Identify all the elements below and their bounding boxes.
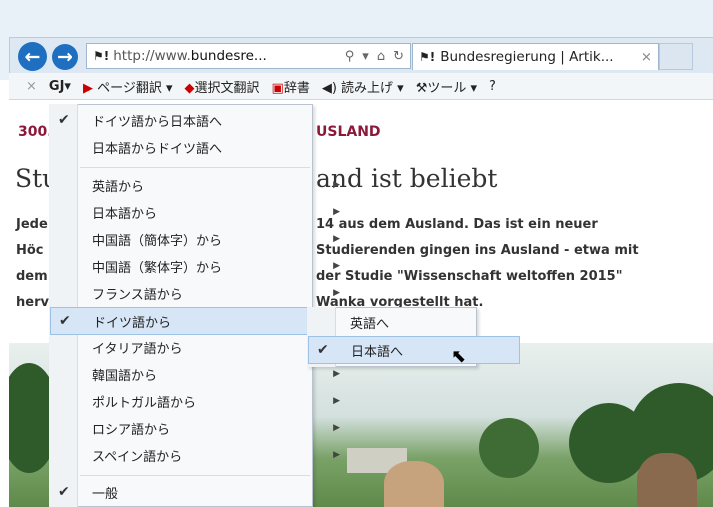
submenu-arrow-icon: ▶ (333, 423, 340, 433)
article-kicker-left: 300. (18, 124, 53, 140)
tab-title: Bundesregierung | Artik... (440, 49, 614, 65)
tools-label: ツール ▾ (427, 80, 478, 96)
menu-item-label: 一般 (92, 486, 119, 502)
back-arrow-icon: ← (24, 45, 41, 68)
search-icon[interactable]: ⚲ (345, 49, 355, 64)
menu-item-label: ポルトガル語から (92, 395, 197, 411)
menu-item-label: ロシア語から (92, 422, 171, 438)
new-tab-button[interactable] (659, 43, 693, 70)
url-text: http://www.bundesre... (113, 48, 267, 64)
menu-item-from-french[interactable]: フランス語から ▶ (50, 280, 354, 306)
menu-item-label: フランス語から (92, 287, 183, 303)
menu-separator (80, 167, 310, 168)
submenu-item-label: 日本語へ (351, 344, 404, 360)
article-line-right: Studierenden gingen ins Ausland - etwa m… (316, 243, 639, 258)
tab-close-icon[interactable]: × (641, 49, 652, 65)
check-icon: ✔ (317, 342, 329, 358)
selection-translate-button[interactable]: ◆選択文翻訳 (185, 77, 260, 96)
address-bar[interactable]: ⚑! http://www.bundesre... ⚲ ▾ ⌂ ↻ (86, 43, 411, 69)
menu-item-from-spanish[interactable]: スペイン語から ▶ (50, 442, 354, 468)
submenu-arrow-icon: ▶ (333, 207, 340, 217)
check-icon: ✔ (58, 112, 70, 128)
menu-separator (80, 475, 310, 476)
tab-favicon-icon: ⚑! (419, 50, 436, 64)
dictionary-icon: ▣ (271, 80, 284, 96)
submenu-arrow-icon: ▶ (333, 234, 340, 244)
submenu-item-to-japanese[interactable]: ✔ 日本語へ (308, 336, 520, 364)
check-icon: ✔ (58, 484, 70, 500)
page-translate-label: ページ翻訳 ▾ (97, 80, 173, 96)
article-line-left: Jede (16, 217, 48, 232)
submenu-arrow-icon: ▶ (333, 261, 340, 271)
selection-translate-icon: ◆ (184, 80, 195, 96)
dictionary-button[interactable]: ▣辞書 (272, 77, 310, 96)
tab-bundesregierung[interactable]: ⚑! Bundesregierung | Artik... × (412, 43, 659, 70)
menu-item-ja-to-de[interactable]: 日本語からドイツ語へ (50, 134, 354, 160)
article-line-right: der Studie "Wissenschaft weltoffen 2015" (316, 269, 623, 284)
menu-item-label: スペイン語から (92, 449, 183, 465)
submenu-arrow-icon: ▶ (333, 450, 340, 460)
refresh-icon[interactable]: ↻ (393, 49, 404, 64)
menu-item-label: 韓国語から (92, 368, 158, 384)
article-line-left: dem (16, 269, 48, 284)
read-aloud-button[interactable]: ◀) 読み上げ ▾ (322, 77, 404, 96)
toolbar-close-icon[interactable]: × (26, 79, 37, 94)
article-line-right: 14 aus dem Ausland. Das ist ein neuer (316, 217, 598, 232)
menu-item-label: 英語から (92, 179, 145, 195)
menu-item-label: ドイツ語から日本語へ (92, 114, 223, 130)
wrench-icon: ⚒ (415, 80, 428, 96)
menu-item-de-to-ja[interactable]: ✔ ドイツ語から日本語へ (50, 107, 354, 133)
menu-item-label: ドイツ語から (93, 315, 172, 331)
menu-item-label: イタリア語から (92, 341, 183, 357)
submenu-arrow-icon: ▶ (333, 369, 340, 379)
lock-icon[interactable]: ⌂ (377, 49, 385, 64)
site-favicon-icon: ⚑! (93, 49, 110, 63)
menu-item-from-portuguese[interactable]: ポルトガル語から ▶ (50, 388, 354, 414)
speaker-icon: ◀) (321, 80, 337, 96)
toolbar-logo-menu[interactable]: GJ▾ (49, 79, 71, 94)
menu-item-from-japanese[interactable]: 日本語から ▶ (50, 199, 354, 225)
article-line-left: herv (16, 295, 49, 310)
submenu-arrow-icon: ▶ (333, 180, 340, 190)
forward-arrow-icon: → (57, 46, 73, 68)
translation-toolbar: × GJ▾ ▶ ページ翻訳 ▾ ◆選択文翻訳 ▣辞書 ◀) 読み上げ ▾ ⚒ツー… (9, 73, 713, 100)
submenu-item-label: 英語へ (350, 316, 390, 332)
url-scheme: http://www. (113, 48, 191, 64)
menu-item-from-russian[interactable]: ロシア語から ▶ (50, 415, 354, 441)
help-icon[interactable]: ? (489, 79, 496, 94)
back-button[interactable]: ← (18, 42, 47, 71)
submenu-item-to-english[interactable]: 英語へ (308, 309, 518, 335)
menu-item-label: 中国語（繁体字）から (92, 260, 223, 276)
dictionary-label: 辞書 (283, 80, 310, 96)
menu-item-from-english[interactable]: 英語から ▶ (50, 172, 354, 198)
translate-arrow-icon: ▶ (82, 80, 93, 96)
article-line-left: Höc (16, 243, 44, 258)
menu-item-label: 日本語から (92, 206, 158, 222)
address-dropdown-icon[interactable]: ▾ (362, 49, 369, 64)
forward-button[interactable]: → (52, 44, 78, 70)
menu-item-from-chinese-simplified[interactable]: 中国語（簡体字）から ▶ (50, 226, 354, 252)
page-translate-button[interactable]: ▶ ページ翻訳 ▾ (83, 77, 173, 96)
menu-item-label: 中国語（簡体字）から (92, 233, 223, 249)
menu-item-label: 日本語からドイツ語へ (92, 141, 223, 157)
tools-button[interactable]: ⚒ツール ▾ (416, 77, 477, 96)
mouse-cursor-icon: ⬉ (451, 346, 467, 367)
check-icon: ✔ (59, 313, 71, 329)
submenu-arrow-icon: ▶ (333, 396, 340, 406)
menu-item-general[interactable]: ✔ 一般 (50, 479, 354, 505)
selection-translate-label: 選択文翻訳 (194, 80, 260, 96)
menu-item-from-chinese-traditional[interactable]: 中国語（繁体字）から ▶ (50, 253, 354, 279)
submenu-arrow-icon: ▶ (333, 288, 340, 298)
read-aloud-label: 読み上げ ▾ (341, 80, 404, 96)
url-host: bundesre... (190, 48, 267, 64)
